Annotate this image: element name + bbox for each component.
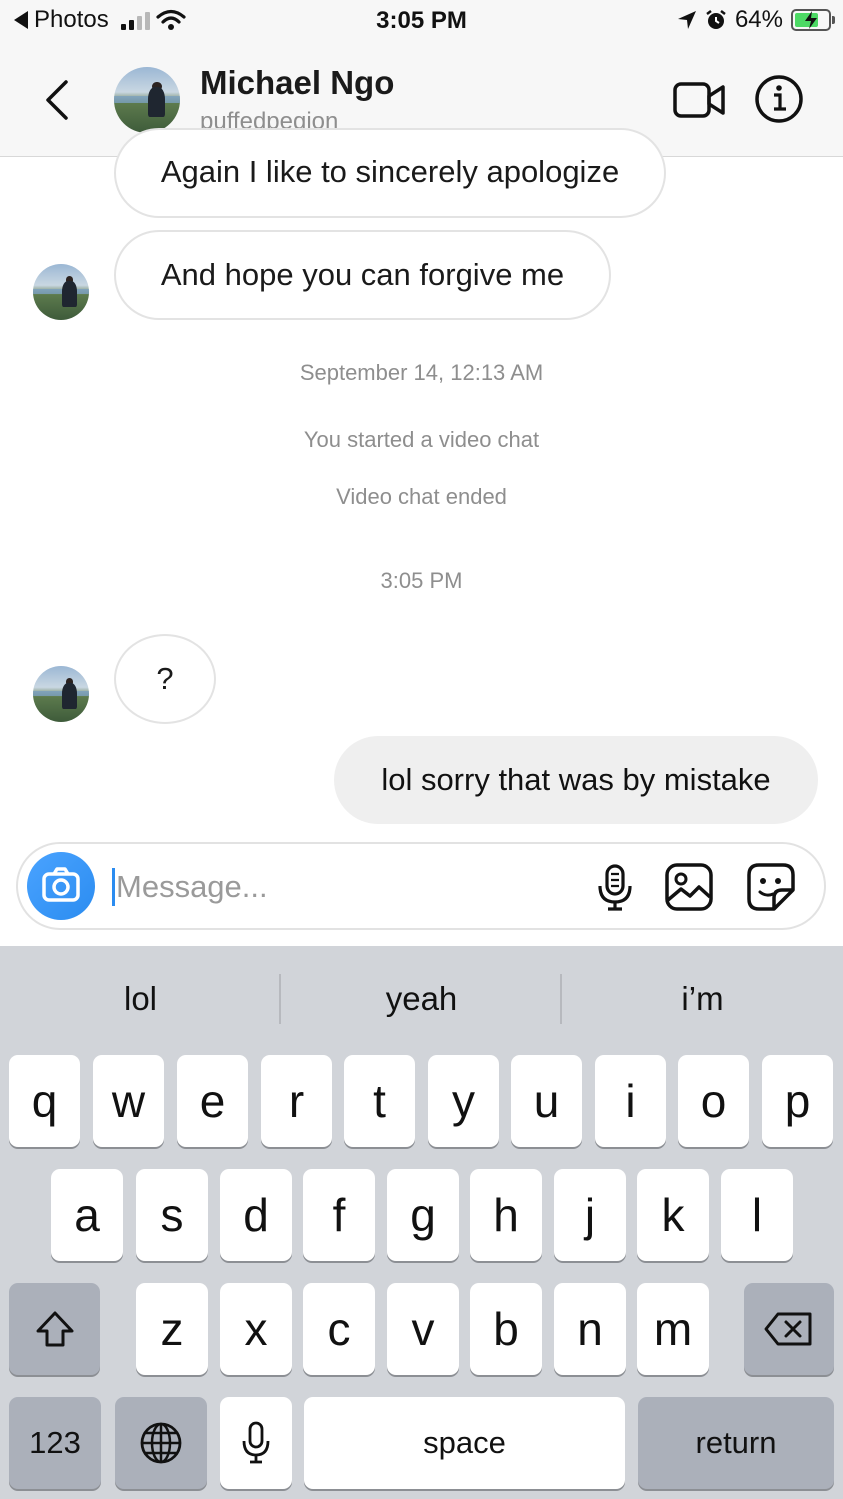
numbers-key[interactable]: 123	[9, 1397, 101, 1489]
space-key[interactable]: space	[304, 1397, 625, 1489]
backspace-icon	[764, 1312, 812, 1346]
key-z[interactable]: z	[136, 1283, 208, 1375]
key-a[interactable]: a	[51, 1169, 123, 1261]
sticker-icon[interactable]	[746, 862, 796, 912]
shift-arrow-icon	[36, 1311, 73, 1347]
video-chat-ended-notice: Video chat ended	[336, 484, 507, 509]
received-message-bubble[interactable]: And hope you can forgive me	[114, 230, 611, 320]
globe-key[interactable]	[115, 1397, 207, 1489]
key-u[interactable]: u	[511, 1055, 582, 1147]
microphone-icon	[242, 1421, 270, 1464]
sent-message-bubble[interactable]: lol sorry that was by mistake	[334, 736, 818, 824]
battery-percent: 64%	[734, 6, 783, 33]
text-cursor	[112, 868, 115, 906]
sender-avatar[interactable]	[33, 666, 89, 722]
key-p[interactable]: p	[762, 1055, 833, 1147]
suggestion-lol[interactable]: lol	[0, 946, 281, 1052]
message-timestamp: September 14, 12:13 AM	[299, 360, 544, 385]
message-input[interactable]	[116, 864, 556, 910]
keyboard: lol yeah i’m q w e r t y u i o p a s d f…	[0, 946, 843, 1499]
message-timestamp: 3:05 PM	[380, 568, 463, 593]
video-call-icon[interactable]	[672, 80, 726, 120]
key-y[interactable]: y	[428, 1055, 499, 1147]
status-bar: Photos 3:05 PM 64%	[0, 0, 843, 44]
battery-icon	[791, 9, 835, 31]
gallery-icon[interactable]	[664, 862, 714, 912]
info-icon[interactable]	[754, 74, 804, 124]
shift-key[interactable]	[9, 1283, 100, 1375]
message-text: And hope you can forgive me	[160, 257, 565, 292]
key-q[interactable]: q	[9, 1055, 80, 1147]
delete-key[interactable]	[744, 1283, 834, 1375]
key-e[interactable]: e	[177, 1055, 248, 1147]
video-chat-started-notice: You started a video chat	[303, 427, 540, 452]
key-s[interactable]: s	[136, 1169, 208, 1261]
key-b[interactable]: b	[470, 1283, 542, 1375]
received-message-bubble[interactable]: ?	[114, 634, 216, 724]
camera-button[interactable]	[27, 852, 95, 920]
message-composer	[16, 842, 826, 930]
globe-icon	[140, 1422, 182, 1464]
location-arrow-icon	[677, 11, 696, 29]
key-x[interactable]: x	[220, 1283, 292, 1375]
key-g[interactable]: g	[387, 1169, 459, 1261]
key-j[interactable]: j	[554, 1169, 626, 1261]
received-message-bubble[interactable]: Again I like to sincerely apologize	[114, 128, 666, 218]
key-r[interactable]: r	[261, 1055, 332, 1147]
key-l[interactable]: l	[721, 1169, 793, 1261]
key-m[interactable]: m	[637, 1283, 709, 1375]
key-v[interactable]: v	[387, 1283, 459, 1375]
dictation-key[interactable]	[220, 1397, 292, 1489]
key-d[interactable]: d	[220, 1169, 292, 1261]
key-c[interactable]: c	[303, 1283, 375, 1375]
back-chevron-icon[interactable]	[40, 78, 80, 122]
key-h[interactable]: h	[470, 1169, 542, 1261]
sender-avatar[interactable]	[33, 264, 89, 320]
key-t[interactable]: t	[344, 1055, 415, 1147]
key-i[interactable]: i	[595, 1055, 666, 1147]
message-text: Again I like to sincerely apologize	[160, 154, 620, 189]
avatar[interactable]	[114, 67, 180, 133]
key-f[interactable]: f	[303, 1169, 375, 1261]
contact-name[interactable]: Michael Ngo	[200, 64, 394, 102]
status-right-group: 64%	[677, 6, 835, 34]
suggestion-im[interactable]: i’m	[562, 946, 843, 1052]
key-k[interactable]: k	[637, 1169, 709, 1261]
microphone-icon[interactable]	[590, 862, 640, 912]
key-n[interactable]: n	[554, 1283, 626, 1375]
alarm-icon	[706, 10, 726, 29]
key-w[interactable]: w	[93, 1055, 164, 1147]
message-text: lol sorry that was by mistake	[381, 762, 771, 797]
suggestion-yeah[interactable]: yeah	[281, 946, 562, 1052]
key-o[interactable]: o	[678, 1055, 749, 1147]
message-text: ?	[156, 661, 174, 696]
camera-icon	[42, 867, 80, 902]
return-key[interactable]: return	[638, 1397, 834, 1489]
